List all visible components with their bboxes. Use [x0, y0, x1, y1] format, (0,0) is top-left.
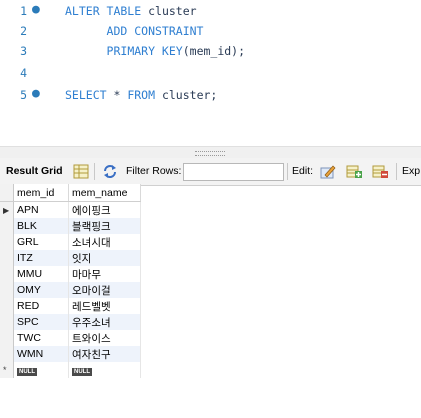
row-header[interactable]: * — [0, 362, 14, 378]
table-row[interactable]: OMY 오마이걸 — [0, 282, 141, 298]
new-row[interactable]: * NULL NULL — [0, 362, 141, 378]
code-text[interactable]: PRIMARY KEY(mem_id); — [65, 41, 245, 61]
result-toolbar: Result Grid Filter Rows: Edit: Exp — [0, 158, 421, 186]
grid-view-icon[interactable] — [73, 164, 89, 179]
sql-keyword: ALTER TABLE — [65, 4, 149, 18]
cell-mem-name[interactable]: 마마무 — [68, 266, 141, 282]
statement-marker-icon: ● — [32, 86, 40, 101]
cell-mem-id[interactable]: OMY — [13, 282, 69, 298]
null-badge: NULL — [72, 368, 92, 376]
code-line[interactable]: 2 ADD CONSTRAINT — [0, 21, 421, 41]
row-header[interactable] — [0, 218, 14, 234]
new-row-marker: * — [3, 365, 7, 375]
code-text[interactable]: ADD CONSTRAINT — [65, 21, 204, 41]
line-number: 2 — [20, 24, 27, 38]
delete-row-icon[interactable] — [372, 164, 388, 179]
row-header[interactable] — [0, 266, 14, 282]
cell-mem-name[interactable]: 우주소녀 — [68, 314, 141, 330]
cell-mem-id[interactable]: GRL — [13, 234, 69, 250]
filter-rows-input[interactable] — [183, 163, 284, 181]
toolbar-separator — [396, 163, 397, 180]
export-label[interactable]: Exp — [402, 158, 420, 185]
current-row-pointer-icon: ▶ — [3, 206, 10, 215]
cell-mem-id[interactable]: NULL — [13, 362, 69, 378]
code-line[interactable]: 5 ● SELECT * FROM cluster; — [0, 85, 421, 105]
line-number: 1 — [20, 4, 27, 18]
cell-mem-id[interactable]: WMN — [13, 346, 69, 362]
cell-mem-id[interactable]: BLK — [13, 218, 69, 234]
cell-mem-name[interactable]: 에이핑크 — [68, 201, 141, 218]
result-grid[interactable]: mem_id mem_name ▶ APN 에이핑크 BLK 블랙핑크 GRL 소녀시대 IT… — [0, 184, 141, 378]
add-row-icon[interactable] — [346, 164, 362, 179]
edit-row-icon[interactable] — [320, 164, 336, 179]
row-header[interactable]: ▶ — [0, 201, 14, 218]
cell-mem-id[interactable]: ITZ — [13, 250, 69, 266]
row-header[interactable] — [0, 346, 14, 362]
result-grid-tab[interactable]: Result Grid — [6, 158, 63, 185]
sql-editor[interactable]: 1 ● ALTER TABLE cluster 2 ADD CONSTRAINT 3 P… — [0, 0, 421, 140]
table-row[interactable]: WMN 여자친구 — [0, 346, 141, 362]
row-header[interactable] — [0, 250, 14, 266]
sql-identifier — [65, 24, 107, 38]
refresh-icon[interactable] — [102, 164, 118, 179]
filter-rows-label: Filter Rows: — [126, 165, 182, 177]
table-row[interactable]: ▶ APN 에이핑크 — [0, 201, 141, 218]
row-header[interactable] — [0, 282, 14, 298]
code-text[interactable]: ALTER TABLE cluster — [65, 1, 197, 21]
toolbar-separator — [287, 163, 288, 180]
sql-identifier: cluster; — [161, 88, 218, 102]
table-row[interactable]: TWC 트와이스 — [0, 330, 141, 346]
line-number: 3 — [20, 44, 27, 58]
sql-identifier — [65, 44, 107, 58]
table-row[interactable]: SPC 우주소녀 — [0, 314, 141, 330]
cell-mem-id[interactable]: TWC — [13, 330, 69, 346]
row-header-corner — [0, 184, 14, 202]
row-header[interactable] — [0, 298, 14, 314]
sql-identifier: (mem_id); — [182, 44, 246, 58]
row-header[interactable] — [0, 234, 14, 250]
cell-mem-id[interactable]: APN — [13, 201, 69, 218]
table-row[interactable]: GRL 소녀시대 — [0, 234, 141, 250]
cell-mem-name[interactable]: 레드벨벳 — [68, 298, 141, 314]
statement-marker-icon: ● — [32, 2, 40, 17]
cell-mem-name[interactable]: NULL — [68, 362, 141, 378]
splitter-grip[interactable] — [195, 151, 225, 156]
row-header[interactable] — [0, 314, 14, 330]
edit-label: Edit: — [292, 165, 314, 177]
table-row[interactable]: BLK 블랙핑크 — [0, 218, 141, 234]
cell-mem-id[interactable]: SPC — [13, 314, 69, 330]
sql-keyword: FROM — [127, 88, 162, 102]
cell-mem-name[interactable]: 오마이걸 — [68, 282, 141, 298]
code-line[interactable]: 1 ● ALTER TABLE cluster — [0, 1, 421, 21]
column-header-mem-name[interactable]: mem_name — [68, 184, 141, 202]
line-number: 5 — [20, 88, 27, 102]
toolbar-separator — [94, 163, 95, 180]
table-row[interactable]: MMU 마마무 — [0, 266, 141, 282]
cell-mem-name[interactable]: 트와이스 — [68, 330, 141, 346]
sql-keyword: ADD CONSTRAINT — [106, 24, 204, 38]
cell-mem-name[interactable]: 잇지 — [68, 250, 141, 266]
table-row[interactable]: ITZ 잇지 — [0, 250, 141, 266]
table-row[interactable]: RED 레드벨벳 — [0, 298, 141, 314]
code-text[interactable]: SELECT * FROM cluster; — [65, 85, 217, 105]
cell-mem-name[interactable]: 블랙핑크 — [68, 218, 141, 234]
sql-keyword: SELECT — [65, 88, 114, 102]
sql-keyword: PRIMARY KEY — [106, 44, 183, 58]
line-number: 4 — [20, 66, 27, 80]
cell-mem-name[interactable]: 소녀시대 — [68, 234, 141, 250]
code-line[interactable]: 4 — [0, 63, 421, 83]
sql-identifier: * — [113, 88, 128, 102]
null-badge: NULL — [17, 368, 37, 376]
row-header[interactable] — [0, 330, 14, 346]
cell-mem-id[interactable]: RED — [13, 298, 69, 314]
code-line[interactable]: 3 PRIMARY KEY(mem_id); — [0, 41, 421, 61]
grid-header-row: mem_id mem_name — [0, 184, 141, 202]
sql-identifier: cluster — [148, 4, 197, 18]
cell-mem-name[interactable]: 여자친구 — [68, 346, 141, 362]
column-header-mem-id[interactable]: mem_id — [13, 184, 69, 202]
cell-mem-id[interactable]: MMU — [13, 266, 69, 282]
